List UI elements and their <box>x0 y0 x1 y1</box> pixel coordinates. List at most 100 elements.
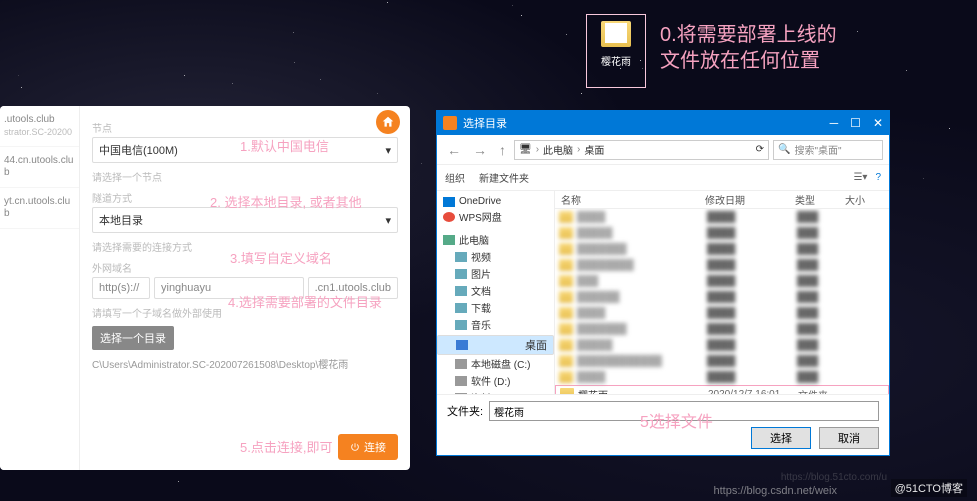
tree-desktop[interactable]: 桌面 <box>437 335 554 355</box>
select-button[interactable]: 选择 <box>751 427 811 449</box>
view-icon[interactable]: ☰▾ <box>853 172 867 183</box>
list-item[interactable]: ███████████████████ <box>555 353 889 369</box>
drive-icon <box>455 376 467 386</box>
nav-row: ← → ↑ 🖥 › 此电脑 › 桌面 ⟳ 🔍 搜索"桌面" <box>437 135 889 165</box>
select-mode-value: 本地目录 <box>99 212 143 228</box>
desktop-folder-label: 樱花雨 <box>587 53 645 68</box>
folder-icon <box>559 323 573 335</box>
col-name[interactable]: 名称 <box>555 192 705 207</box>
folder-icon <box>559 307 573 319</box>
connect-label: 连接 <box>364 439 386 455</box>
folder-icon <box>559 243 573 255</box>
folder-icon <box>560 388 574 394</box>
list-item[interactable]: ███████████ <box>555 369 889 385</box>
minimize-button[interactable]: ─ <box>830 116 839 130</box>
label-node-hint: 请选择一个节点 <box>92 169 398 184</box>
back-button[interactable]: ← <box>443 142 465 158</box>
search-placeholder: 搜索"桌面" <box>794 142 841 157</box>
tree-documents[interactable]: 文档 <box>437 282 554 299</box>
pc-icon: 🖥 <box>519 144 532 155</box>
crumb-pc[interactable]: 此电脑 <box>543 142 573 157</box>
list-header: 名称 修改日期 类型 大小 <box>555 191 889 209</box>
list-item[interactable]: ████████████ <box>555 225 889 241</box>
file-list: 名称 修改日期 类型 大小 ███████████ ████████████ █… <box>555 191 889 394</box>
watermark-faint: https://blog.51cto.com/u <box>781 472 887 483</box>
list-item[interactable]: ██████████████ <box>555 241 889 257</box>
maximize-button[interactable]: ☐ <box>850 116 861 130</box>
up-button[interactable]: ↑ <box>495 142 510 158</box>
col-type[interactable]: 类型 <box>795 192 845 207</box>
dialog-titlebar: 选择目录 ─ ☐ ✕ <box>437 111 889 135</box>
folder-icon <box>559 227 573 239</box>
app-icon <box>443 116 457 130</box>
annotation-2: 2. 选择本地目录, 或者其他 <box>210 192 362 211</box>
help-icon[interactable]: ? <box>875 172 881 183</box>
tree-wps[interactable]: WPS网盘 <box>437 208 554 225</box>
tree-softd[interactable]: 软件 (D:) <box>437 372 554 389</box>
folder-icon <box>559 275 573 287</box>
search-input[interactable]: 🔍 搜索"桌面" <box>773 140 883 160</box>
folder-tree: OneDrive WPS网盘 此电脑 视频 图片 文档 下载 音乐 桌面 本地磁… <box>437 191 555 394</box>
list-item[interactable]: ██████████ <box>555 273 889 289</box>
utools-panel: .utools.club strator.SC-20200 44.cn.utoo… <box>0 106 410 470</box>
choose-dir-button[interactable]: 选择一个目录 <box>92 326 174 350</box>
folder-label: 文件夹: <box>447 403 483 419</box>
tree-music[interactable]: 音乐 <box>437 316 554 333</box>
selected-path: C\Users\Administrator.SC-202007261508\De… <box>92 356 398 371</box>
list-item[interactable]: ████████████ <box>555 337 889 353</box>
dialog-title: 选择目录 <box>463 115 507 131</box>
list-item[interactable]: ███████████ <box>555 209 889 225</box>
tree-video[interactable]: 视频 <box>437 248 554 265</box>
chevron-down-icon: ▾ <box>385 214 391 227</box>
new-folder-button[interactable]: 新建文件夹 <box>479 170 529 185</box>
close-button[interactable]: ✕ <box>873 116 883 130</box>
chevron-down-icon: ▾ <box>385 144 391 157</box>
tree-thispc[interactable]: 此电脑 <box>437 231 554 248</box>
tree-pictures[interactable]: 图片 <box>437 265 554 282</box>
sidebar-item[interactable]: yt.cn.utools.club <box>0 188 79 229</box>
col-size[interactable]: 大小 <box>845 192 885 207</box>
downloads-icon <box>455 303 467 313</box>
list-item-selected[interactable]: 樱花雨 2020/12/7 16:01 文件夹 <box>555 385 889 394</box>
annotation-5b: 5选择文件 <box>640 408 713 432</box>
refresh-icon[interactable]: ⟳ <box>756 144 764 155</box>
documents-icon <box>455 286 467 296</box>
organize-menu[interactable]: 组织 <box>445 170 465 185</box>
pc-icon <box>443 235 455 245</box>
crumb-desktop[interactable]: 桌面 <box>584 142 604 157</box>
annotation-5: 5.点击连接,即可 <box>240 437 332 456</box>
label-node: 节点 <box>92 120 398 135</box>
list-item[interactable]: ███████████████ <box>555 257 889 273</box>
col-date[interactable]: 修改日期 <box>705 192 795 207</box>
item-name: 樱花雨 <box>578 387 708 395</box>
list-item[interactable]: ███████████ <box>555 305 889 321</box>
video-icon <box>455 252 467 262</box>
folder-icon[interactable] <box>601 21 631 47</box>
home-button[interactable] <box>376 110 400 134</box>
breadcrumb[interactable]: 🖥 › 此电脑 › 桌面 ⟳ <box>514 140 769 160</box>
file-dialog: 选择目录 ─ ☐ ✕ ← → ↑ 🖥 › 此电脑 › 桌面 ⟳ 🔍 搜索"桌面"… <box>436 110 890 456</box>
folder-icon <box>559 371 573 383</box>
tree-downloads[interactable]: 下载 <box>437 299 554 316</box>
annotation-4: 4.选择需要部署的文件目录 <box>228 292 382 311</box>
list-item[interactable]: ██████████████ <box>555 321 889 337</box>
drive-icon <box>455 359 467 369</box>
tool-row: 组织 新建文件夹 ☰▾ ? <box>437 165 889 191</box>
watermark-cto: @51CTO博客 <box>891 479 967 497</box>
pictures-icon <box>455 269 467 279</box>
annotation-1: 1.默认中国电信 <box>240 136 329 155</box>
forward-button[interactable]: → <box>469 142 491 158</box>
cloud-icon <box>443 197 455 207</box>
connect-button[interactable]: 连接 <box>338 434 398 460</box>
tree-localc[interactable]: 本地磁盘 (C:) <box>437 355 554 372</box>
sidebar-item[interactable]: .utools.club strator.SC-20200 <box>0 106 79 147</box>
tree-onedrive[interactable]: OneDrive <box>437 195 554 208</box>
list-items: ███████████ ████████████ ██████████████ … <box>555 209 889 394</box>
music-icon <box>455 320 467 330</box>
item-type: 文件夹 <box>798 387 848 395</box>
list-item[interactable]: █████████████ <box>555 289 889 305</box>
folder-icon <box>559 355 573 367</box>
cancel-button[interactable]: 取消 <box>819 427 879 449</box>
sidebar-item[interactable]: 44.cn.utools.club <box>0 147 79 188</box>
chevron-right-icon: › <box>536 144 539 155</box>
